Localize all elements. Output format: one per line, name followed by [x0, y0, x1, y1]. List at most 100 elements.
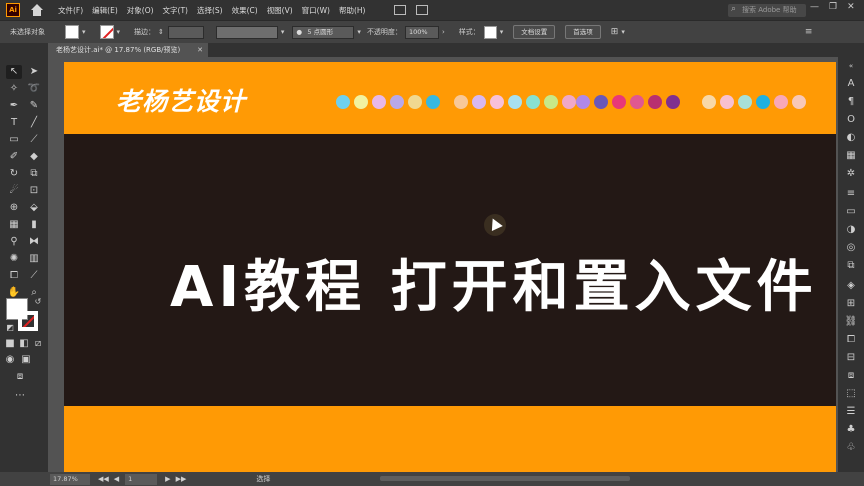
menu-help[interactable]: 帮助(H) — [339, 5, 366, 16]
layers-panel-icon[interactable]: ◈ — [843, 279, 859, 293]
slice-tool-icon[interactable]: ⟋ — [26, 269, 42, 283]
document-tab[interactable]: 老杨艺设计.ai* @ 17.87% (RGB/预览) ✕ — [48, 43, 208, 57]
menu-effect[interactable]: 效果(C) — [232, 5, 258, 16]
free-transform-tool-icon[interactable]: ⊡ — [26, 184, 42, 198]
lasso-tool-icon[interactable]: ➰ — [26, 82, 42, 96]
screen-mode-icon[interactable]: ⧈ — [12, 370, 28, 384]
profile-dropdown-icon[interactable]: ▾ — [281, 28, 285, 36]
menu-object[interactable]: 对象(O) — [127, 5, 154, 16]
direct-selection-tool-icon[interactable]: ➤ — [26, 65, 42, 79]
arrange-icon[interactable]: ⊞ — [611, 27, 619, 37]
pathfinder-panel-icon[interactable]: ⧈ — [843, 369, 859, 383]
opacity-dropdown-icon[interactable]: › — [442, 28, 445, 36]
character-panel-icon[interactable]: A — [843, 77, 859, 91]
fill-dropdown-icon[interactable]: ▾ — [82, 28, 86, 36]
minimize-icon[interactable]: — — [810, 2, 819, 12]
artboard-tool-icon[interactable]: ⧠ — [6, 269, 22, 283]
swap-fill-stroke-icon[interactable]: ↺ — [30, 295, 46, 309]
variable-width-profile[interactable] — [215, 25, 278, 39]
links-panel-icon[interactable]: ⛓ — [843, 315, 859, 329]
horizontal-scrollbar[interactable] — [380, 476, 630, 481]
illustrator-logo-icon[interactable]: Ai — [6, 3, 20, 17]
shape-builder-tool-icon[interactable]: ⊕ — [6, 201, 22, 215]
menu-file[interactable]: 文件(F) — [58, 5, 83, 16]
next-artboard-icon[interactable]: ▶ — [165, 475, 170, 483]
transparency-panel-icon[interactable]: ◑ — [843, 223, 859, 237]
line-tool-icon[interactable]: ╱ — [26, 116, 42, 130]
stroke-weight-input[interactable] — [167, 25, 204, 39]
swatches-panel-icon[interactable]: ▦ — [843, 149, 859, 163]
scale-tool-icon[interactable]: ⧉ — [26, 167, 42, 181]
live-paint-tool-icon[interactable]: ⬙ — [26, 201, 42, 215]
stroke-weight-stepper-icon[interactable]: ⇕ — [158, 28, 164, 36]
style-dropdown-icon[interactable]: ▾ — [500, 28, 504, 36]
properties-panel-icon[interactable]: ☰ — [843, 405, 859, 419]
align-panel-icon[interactable]: ⊟ — [843, 351, 859, 365]
first-artboard-icon[interactable]: ◀◀ — [98, 475, 109, 483]
artboard-number-input[interactable]: 1 — [125, 473, 158, 485]
close-icon[interactable]: ✕ — [847, 2, 855, 12]
pen-tool-icon[interactable]: ✒ — [6, 99, 22, 113]
fill-color-swatch[interactable] — [65, 25, 79, 39]
paragraph-panel-icon[interactable]: ¶ — [843, 95, 859, 109]
color-panel-icon[interactable]: ◐ — [843, 131, 859, 145]
last-artboard-icon[interactable]: ▶▶ — [176, 475, 187, 483]
column-graph-tool-icon[interactable]: ▥ — [26, 252, 42, 266]
default-fill-stroke-icon[interactable]: ◩ — [2, 321, 18, 335]
artboards-panel-icon[interactable]: ⊞ — [843, 297, 859, 311]
previous-artboard-icon[interactable]: ◀ — [114, 475, 119, 483]
menu-select[interactable]: 选择(S) — [197, 5, 223, 16]
more-tools-icon[interactable]: ⋯ — [12, 389, 28, 403]
gradient-tool-icon[interactable]: ▮ — [26, 218, 42, 232]
draw-normal-icon[interactable]: ◉ — [2, 353, 18, 367]
asset-export-panel-icon[interactable]: ⬚ — [843, 387, 859, 401]
document-setup-button[interactable]: 文档设置 — [513, 25, 556, 39]
draw-mode-icon[interactable]: ▣ — [18, 353, 34, 367]
libraries-panel-icon[interactable]: ♧ — [843, 441, 859, 455]
graphic-styles-panel-icon[interactable]: ⧉ — [843, 259, 859, 273]
stroke-dropdown-icon[interactable]: ▾ — [117, 28, 121, 36]
menu-window[interactable]: 窗口(W) — [302, 5, 330, 16]
curvature-tool-icon[interactable]: ✎ — [26, 99, 42, 113]
transform-panel-icon[interactable]: ⧠ — [843, 333, 859, 347]
zoom-level-input[interactable]: 17.87% — [50, 473, 90, 485]
shaper-tool-icon[interactable]: ✐ — [6, 150, 22, 164]
blend-tool-icon[interactable]: ⧓ — [26, 235, 42, 249]
menu-edit[interactable]: 编辑(E) — [92, 5, 118, 16]
paintbrush-tool-icon[interactable]: ⟋ — [26, 133, 42, 147]
stroke-swatch-large[interactable] — [18, 311, 38, 331]
rectangle-tool-icon[interactable]: ▭ — [6, 133, 22, 147]
graphic-style-swatch[interactable] — [483, 25, 497, 39]
preferences-button[interactable]: 首选项 — [565, 25, 601, 39]
stroke-panel-icon[interactable]: ≡ — [843, 187, 859, 201]
none-mode-icon[interactable]: ⧄ — [30, 337, 46, 351]
arrange-dropdown-icon[interactable]: ▾ — [621, 28, 625, 36]
magic-wand-tool-icon[interactable]: ✧ — [6, 82, 22, 96]
workspace-icon[interactable] — [416, 5, 429, 15]
brush-definition-select[interactable]: ● 5 点圆形 — [292, 25, 355, 39]
selection-tool-icon[interactable]: ↖ — [6, 65, 22, 79]
gradient-panel-icon[interactable]: ▭ — [843, 205, 859, 219]
brush-dropdown-icon[interactable]: ▾ — [357, 28, 361, 36]
opentype-panel-icon[interactable]: O — [843, 113, 859, 127]
collapse-panels-icon[interactable]: « — [843, 59, 859, 73]
eraser-tool-icon[interactable]: ◆ — [26, 150, 42, 164]
warp-tool-icon[interactable]: ☄ — [6, 184, 22, 198]
rotate-tool-icon[interactable]: ↻ — [6, 167, 22, 181]
artboard[interactable]: 老杨艺设计 AI教程 打开和置入文件 — [64, 62, 836, 472]
help-search-input[interactable]: 搜索 Adobe 帮助 — [728, 3, 806, 17]
symbol-sprayer-tool-icon[interactable]: ✺ — [6, 252, 22, 266]
perspective-grid-tool-icon[interactable]: ▦ — [6, 218, 22, 232]
brushes-panel-icon[interactable]: ✲ — [843, 167, 859, 181]
eyedropper-tool-icon[interactable]: ⚲ — [6, 235, 22, 249]
menu-view[interactable]: 视图(V) — [267, 5, 293, 16]
stroke-color-swatch[interactable] — [99, 25, 114, 39]
home-icon[interactable] — [30, 3, 44, 17]
close-tab-icon[interactable]: ✕ — [197, 43, 203, 57]
panel-menu-icon[interactable]: ≡ — [805, 27, 813, 37]
arrange-documents-icon[interactable] — [394, 5, 407, 15]
type-tool-icon[interactable]: T — [6, 116, 22, 130]
restore-icon[interactable]: ❐ — [829, 2, 837, 12]
symbols-panel-icon[interactable]: ♣ — [843, 423, 859, 437]
opacity-input[interactable]: 100% — [404, 25, 439, 39]
